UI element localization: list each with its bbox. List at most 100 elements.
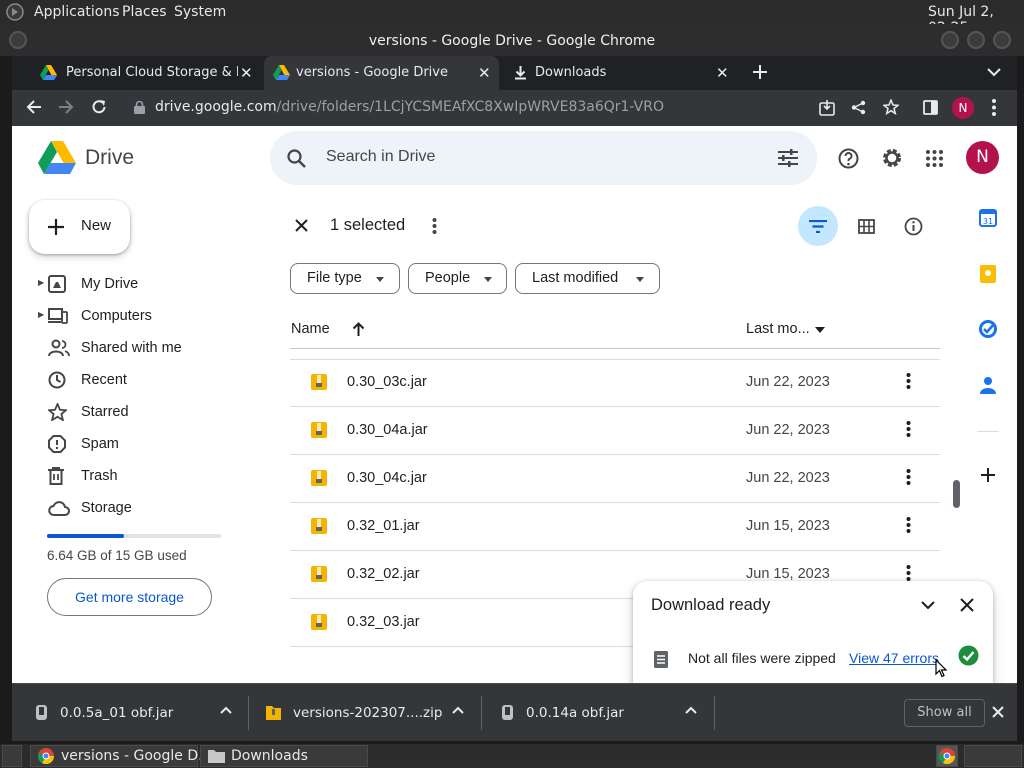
show-desktop-button[interactable] <box>2 745 22 767</box>
tab-downloads[interactable]: Downloads ✕ <box>502 56 732 90</box>
maximize-button[interactable] <box>967 31 985 49</box>
sidebar-item-trash[interactable]: Trash <box>12 462 252 492</box>
browser-menu-icon[interactable] <box>992 99 996 116</box>
file-icon <box>36 705 47 720</box>
close-shelf-icon[interactable] <box>992 706 1004 718</box>
minimize-button[interactable] <box>941 31 959 49</box>
lock-icon[interactable] <box>134 101 145 114</box>
row-more-actions-icon[interactable] <box>906 565 911 581</box>
tab-search-chevron-icon[interactable] <box>987 68 1001 77</box>
grid-view-icon[interactable] <box>858 219 875 234</box>
account-avatar[interactable]: N <box>966 141 999 174</box>
system-menu[interactable]: System <box>174 4 226 20</box>
close-window-button[interactable] <box>993 31 1011 49</box>
row-more-actions-icon[interactable] <box>906 517 911 533</box>
chevron-up-icon[interactable] <box>685 706 697 714</box>
row-more-actions-icon[interactable] <box>906 421 911 437</box>
sort-ascending-icon[interactable] <box>352 322 365 336</box>
drive-logo-icon[interactable] <box>38 141 76 174</box>
back-arrow-icon[interactable] <box>26 99 42 115</box>
more-actions-icon[interactable] <box>432 218 437 234</box>
download-item[interactable]: 0.0.5a_01 obf.jar <box>22 684 248 742</box>
sidebar-item-label: Starred <box>81 404 129 420</box>
column-dropdown-icon[interactable] <box>815 327 825 333</box>
tab-personal-cloud-storage[interactable]: Personal Cloud Storage & File ✕ <box>22 56 262 90</box>
profile-avatar[interactable]: N <box>952 97 974 119</box>
help-icon[interactable] <box>838 148 859 169</box>
table-row[interactable]: 0.30_04a.jar Jun 22, 2023 <box>290 407 940 455</box>
file-date: Jun 15, 2023 <box>746 518 830 534</box>
add-addon-icon[interactable] <box>981 468 995 482</box>
filter-toggle-button[interactable] <box>798 206 838 246</box>
chevron-up-icon[interactable] <box>220 706 232 714</box>
share-icon[interactable] <box>851 100 866 115</box>
filter-file-type[interactable]: File type <box>290 263 400 294</box>
clear-selection-icon[interactable] <box>295 219 308 232</box>
tray-chrome-button[interactable] <box>936 745 958 767</box>
sidebar-item-spam[interactable]: Spam <box>12 430 252 460</box>
system-logo-icon[interactable] <box>6 3 24 21</box>
download-item[interactable]: versions-202307....zip <box>255 684 481 742</box>
search-bar[interactable]: Search in Drive <box>270 131 817 185</box>
get-more-storage-button[interactable]: Get more storage <box>47 578 212 616</box>
side-panel-icon[interactable] <box>923 100 938 115</box>
details-info-icon[interactable] <box>904 217 923 236</box>
sidebar-item-shared-with-me[interactable]: Shared with me <box>12 334 252 364</box>
close-tab-icon[interactable]: ✕ <box>478 64 491 82</box>
view-errors-link[interactable]: View 47 errors <box>849 650 939 666</box>
close-popup-icon[interactable] <box>960 598 974 612</box>
drive-title[interactable]: Drive <box>85 146 134 170</box>
column-header-last-modified[interactable]: Last mo... <box>746 321 810 337</box>
sidebar-item-my-drive[interactable]: ▶ My Drive <box>12 270 252 300</box>
applications-menu[interactable]: Applications <box>34 4 120 20</box>
sidebar-item-computers[interactable]: ▶ Computers <box>12 302 252 332</box>
reload-icon[interactable] <box>91 99 107 115</box>
search-options-icon[interactable] <box>778 149 798 167</box>
address-bar[interactable]: drive.google.com/drive/folders/1LCjYCSME… <box>155 99 664 115</box>
window-menu-button[interactable] <box>9 31 27 49</box>
bookmark-star-icon[interactable] <box>883 99 899 115</box>
settings-gear-icon[interactable] <box>881 147 903 169</box>
tab-versions-google-drive[interactable]: versions - Google Drive ✕ <box>264 56 499 90</box>
download-item[interactable]: 0.0.14a obf.jar <box>488 684 714 742</box>
tasks-icon[interactable] <box>979 320 997 338</box>
new-button[interactable]: New <box>29 200 130 254</box>
close-tab-icon[interactable]: ✕ <box>240 64 253 82</box>
filter-people[interactable]: People <box>408 263 507 294</box>
file-date: Jun 22, 2023 <box>746 470 830 486</box>
new-tab-icon[interactable] <box>753 65 767 79</box>
collapse-chevron-icon[interactable] <box>921 601 935 610</box>
expand-arrow-icon[interactable]: ▶ <box>38 278 44 287</box>
search-icon[interactable] <box>287 149 306 168</box>
expand-arrow-icon[interactable]: ▶ <box>38 310 44 319</box>
window-titlebar[interactable]: versions - Google Drive - Google Chrome <box>0 24 1024 56</box>
column-header-name[interactable]: Name <box>291 321 330 337</box>
keep-icon[interactable] <box>980 265 996 283</box>
sidebar-item-starred[interactable]: Starred <box>12 398 252 428</box>
workspace-switcher[interactable] <box>964 745 1022 767</box>
show-all-button[interactable]: Show all <box>904 699 985 727</box>
forward-arrow-icon[interactable] <box>58 99 74 115</box>
sidebar-item-storage[interactable]: Storage <box>12 494 252 524</box>
sidebar-item-recent[interactable]: Recent <box>12 366 252 396</box>
table-row[interactable]: 0.30_04c.jar Jun 22, 2023 <box>290 455 940 503</box>
taskbar-item-downloads[interactable]: Downloads <box>200 745 368 767</box>
apps-grid-icon[interactable] <box>926 150 943 167</box>
install-app-icon[interactable] <box>819 100 835 116</box>
filter-last-modified[interactable]: Last modified <box>515 263 660 294</box>
row-more-actions-icon[interactable] <box>906 373 911 389</box>
folder-icon <box>208 750 225 763</box>
places-menu[interactable]: Places <box>122 4 167 20</box>
calendar-icon[interactable]: 31 <box>979 209 997 227</box>
table-row[interactable]: 0.32_01.jar Jun 15, 2023 <box>290 503 940 551</box>
google-drive-icon <box>40 65 57 80</box>
search-input[interactable]: Search in Drive <box>326 148 435 166</box>
taskbar-item-chrome[interactable]: versions - Google D... <box>30 745 211 767</box>
close-tab-icon[interactable]: ✕ <box>716 64 729 82</box>
chevron-up-icon[interactable] <box>452 706 464 714</box>
row-more-actions-icon[interactable] <box>906 469 911 485</box>
table-row[interactable]: 0.30_03c.jar Jun 22, 2023 <box>290 359 940 407</box>
contacts-icon[interactable] <box>980 376 996 394</box>
top-panel: Applications Places System Sun Jul 2, 02… <box>0 0 1024 36</box>
scrollbar-thumb[interactable] <box>953 480 960 508</box>
